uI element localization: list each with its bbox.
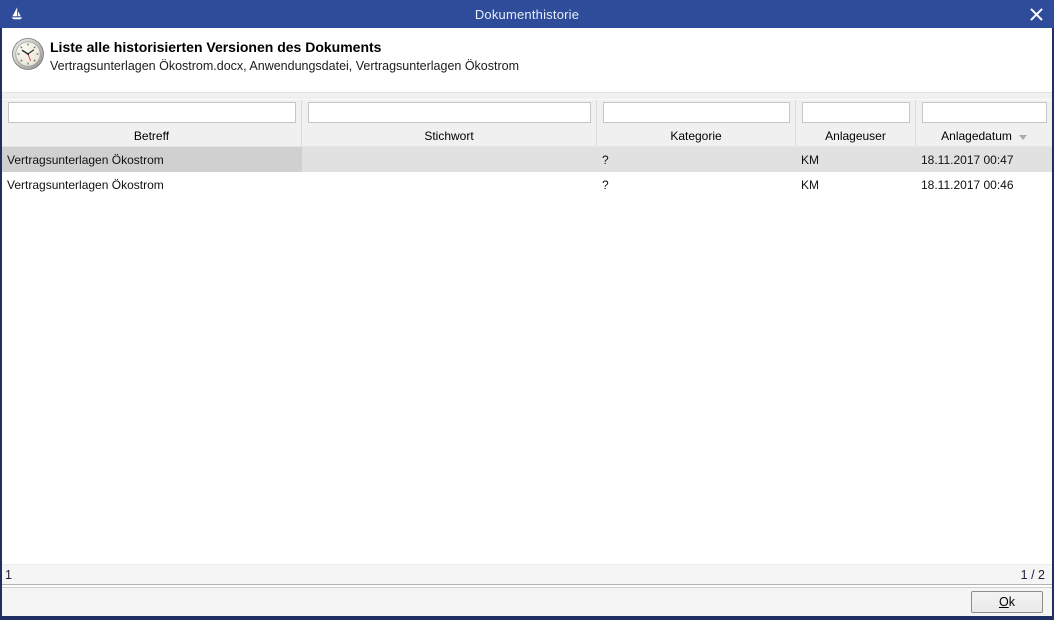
table-row[interactable]: Vertragsunterlagen Ökostrom ? KM 18.11.2…	[2, 172, 1052, 197]
column-header-label: Anlageuser	[825, 129, 886, 143]
close-icon[interactable]	[1026, 5, 1046, 23]
cell-betreff[interactable]: Vertragsunterlagen Ökostrom	[2, 147, 302, 172]
sailboat-icon[interactable]	[9, 6, 25, 22]
ok-button-label: Ok	[972, 595, 1042, 609]
filter-input-kategorie[interactable]	[603, 102, 790, 123]
cell-anlagedatum[interactable]: 18.11.2017 00:46	[916, 172, 1052, 197]
grid-top-strip	[2, 92, 1052, 100]
column-header-anlageuser[interactable]: Anlageuser	[796, 126, 916, 146]
page-subtitle: Vertragsunterlagen Ökostrom.docx, Anwend…	[50, 59, 519, 73]
cell-stichwort[interactable]	[302, 172, 597, 197]
document-history-grid: Betreff Stichwort Kategorie Anlageuser A…	[2, 92, 1052, 564]
filter-cell-stichwort	[302, 100, 597, 126]
cell-anlageuser[interactable]: KM	[796, 172, 916, 197]
column-header-label: Stichwort	[424, 129, 473, 143]
filter-input-betreff[interactable]	[8, 102, 296, 123]
column-header-label: Anlagedatum	[941, 129, 1012, 143]
table-row[interactable]: Vertragsunterlagen Ökostrom ? KM 18.11.2…	[2, 147, 1052, 172]
filter-input-anlagedatum[interactable]	[922, 102, 1047, 123]
ok-button[interactable]: Ok	[971, 591, 1043, 613]
filter-cell-anlagedatum	[916, 100, 1052, 126]
clock-icon	[11, 37, 45, 71]
header-panel: Liste alle historisierten Versionen des …	[2, 28, 1052, 92]
filter-input-stichwort[interactable]	[308, 102, 591, 123]
filter-row	[2, 100, 1052, 126]
filter-cell-anlageuser	[796, 100, 916, 126]
cell-anlagedatum[interactable]: 18.11.2017 00:47	[916, 147, 1052, 172]
page-title: Liste alle historisierten Versionen des …	[50, 39, 519, 55]
row-count-indicator: 1	[5, 568, 12, 582]
filter-cell-kategorie	[597, 100, 796, 126]
column-header-stichwort[interactable]: Stichwort	[302, 126, 597, 146]
cell-kategorie[interactable]: ?	[597, 172, 796, 197]
titlebar[interactable]: Dokumenthistorie	[0, 0, 1054, 28]
window-title: Dokumenthistorie	[0, 7, 1054, 22]
dokumenthistorie-dialog: Dokumenthistorie	[0, 0, 1054, 620]
filter-input-anlageuser[interactable]	[802, 102, 910, 123]
cell-anlageuser[interactable]: KM	[796, 147, 916, 172]
sort-descending-icon	[1019, 135, 1027, 140]
status-bar: 1 1 / 2	[2, 564, 1052, 584]
column-header-kategorie[interactable]: Kategorie	[597, 126, 796, 146]
cell-kategorie[interactable]: ?	[597, 147, 796, 172]
grid-empty-area	[2, 197, 1052, 564]
column-header-anlagedatum[interactable]: Anlagedatum	[916, 126, 1052, 146]
page-indicator: 1 / 2	[1021, 568, 1045, 582]
cell-stichwort[interactable]	[302, 147, 597, 172]
column-header-row: Betreff Stichwort Kategorie Anlageuser A…	[2, 126, 1052, 147]
cell-betreff[interactable]: Vertragsunterlagen Ökostrom	[2, 172, 302, 197]
button-panel: Ok	[2, 588, 1052, 616]
filter-cell-betreff	[2, 100, 302, 126]
column-header-label: Betreff	[134, 129, 169, 143]
column-header-betreff[interactable]: Betreff	[2, 126, 302, 146]
column-header-label: Kategorie	[670, 129, 721, 143]
